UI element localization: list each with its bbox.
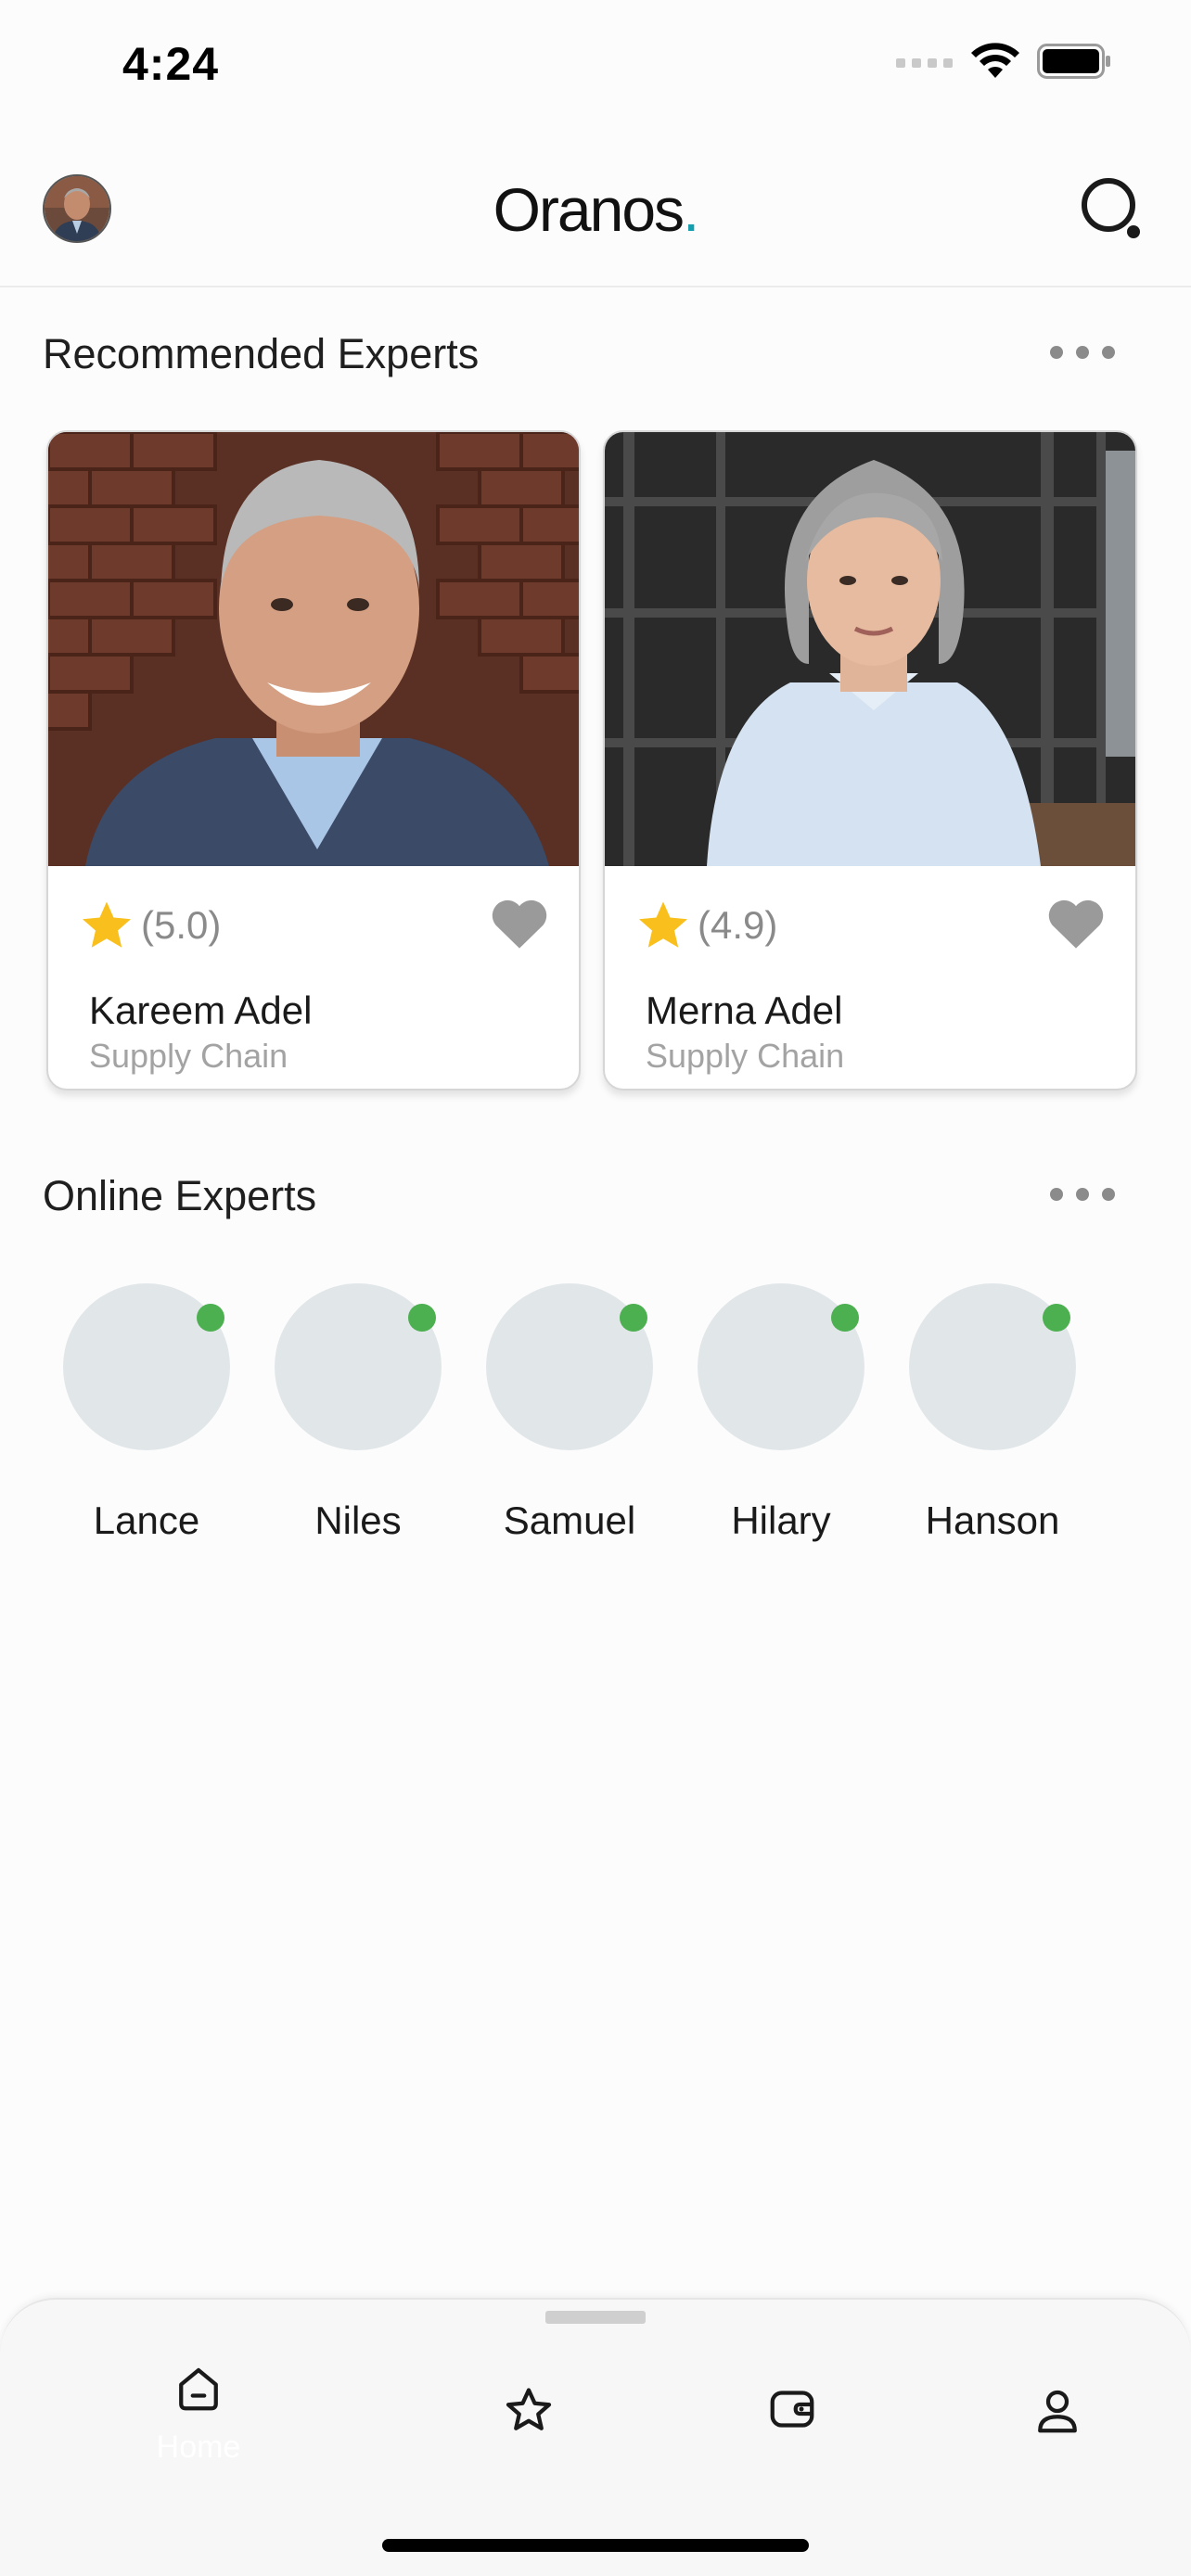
app-header: Oranos. [0, 139, 1191, 287]
search-button[interactable] [1078, 174, 1146, 243]
app-logo: Oranos. [0, 174, 1191, 245]
rating-value: (4.9) [698, 903, 778, 947]
online-expert-name: Hilary [731, 1498, 831, 1542]
sheet-handle[interactable] [545, 2311, 646, 2324]
online-expert[interactable]: Hanson [909, 1283, 1121, 1562]
recommended-experts-title: Recommended Experts [43, 330, 480, 377]
online-experts-list: Lance Niles Samuel Hilary Hanson [63, 1283, 1130, 1562]
online-expert[interactable]: Niles [275, 1283, 486, 1562]
online-expert[interactable]: Hilary [698, 1283, 909, 1562]
expert-photo [605, 432, 1135, 866]
expert-role: Supply Chain [89, 1037, 288, 1075]
bottom-tab-bar: Home [0, 2298, 1191, 2576]
heart-icon [492, 899, 547, 949]
logo-dot: . [683, 175, 699, 244]
wifi-icon [971, 43, 1019, 78]
tab-profile[interactable] [992, 2355, 1122, 2467]
favorite-button[interactable] [1046, 896, 1106, 951]
more-dot-icon [1076, 346, 1089, 359]
status-time: 4:24 [122, 38, 220, 90]
more-dot-icon [1102, 1188, 1115, 1201]
tab-home[interactable]: Home [134, 2355, 263, 2467]
more-dot-icon [1050, 346, 1063, 359]
star-icon [639, 901, 687, 948]
expert-name: Kareem Adel [89, 988, 313, 1032]
rating: (4.9) [634, 898, 777, 953]
profile-icon [1038, 2390, 1077, 2433]
tab-wallet[interactable] [727, 2355, 857, 2467]
cellular-signal-icon [896, 58, 953, 68]
star-icon [83, 901, 131, 948]
status-icons [896, 43, 1111, 80]
wallet-icon [770, 2391, 814, 2428]
home-icon [179, 2367, 218, 2411]
heart-icon [1048, 899, 1104, 949]
expert-name: Merna Adel [646, 988, 843, 1032]
recommended-more-button[interactable] [1050, 334, 1115, 371]
more-dot-icon [1050, 1188, 1063, 1201]
status-bar: 4:24 [0, 0, 1191, 139]
online-status-dot [408, 1304, 436, 1332]
home-indicator [382, 2539, 809, 2552]
online-experts-title: Online Experts [43, 1172, 317, 1219]
online-status-dot [197, 1304, 224, 1332]
expert-role: Supply Chain [646, 1037, 845, 1075]
online-status-dot [620, 1304, 647, 1332]
expert-photo [48, 432, 579, 866]
online-expert-name: Lance [93, 1498, 200, 1542]
search-icon [1082, 178, 1140, 238]
rating-value: (5.0) [141, 903, 222, 947]
more-dot-icon [1076, 1188, 1089, 1201]
more-dot-icon [1102, 346, 1115, 359]
online-status-dot [1043, 1304, 1070, 1332]
online-more-button[interactable] [1050, 1176, 1115, 1213]
online-expert-name: Niles [314, 1498, 402, 1542]
star-icon [506, 2388, 552, 2430]
logo-text: Oranos [493, 175, 685, 244]
tab-favorites[interactable] [464, 2355, 594, 2467]
battery-icon [1037, 44, 1110, 79]
online-status-dot [831, 1304, 859, 1332]
online-expert-name: Hanson [925, 1498, 1060, 1542]
rating: (5.0) [78, 898, 221, 953]
expert-card[interactable]: (5.0) Kareem Adel Supply Chain [46, 430, 581, 1090]
favorite-button[interactable] [490, 896, 549, 951]
online-expert[interactable]: Samuel [486, 1283, 698, 1562]
online-expert[interactable]: Lance [63, 1283, 275, 1562]
tab-home-label: Home [156, 2429, 241, 2465]
expert-card[interactable]: (4.9) Merna Adel Supply Chain [603, 430, 1137, 1090]
online-expert-name: Samuel [503, 1498, 636, 1542]
